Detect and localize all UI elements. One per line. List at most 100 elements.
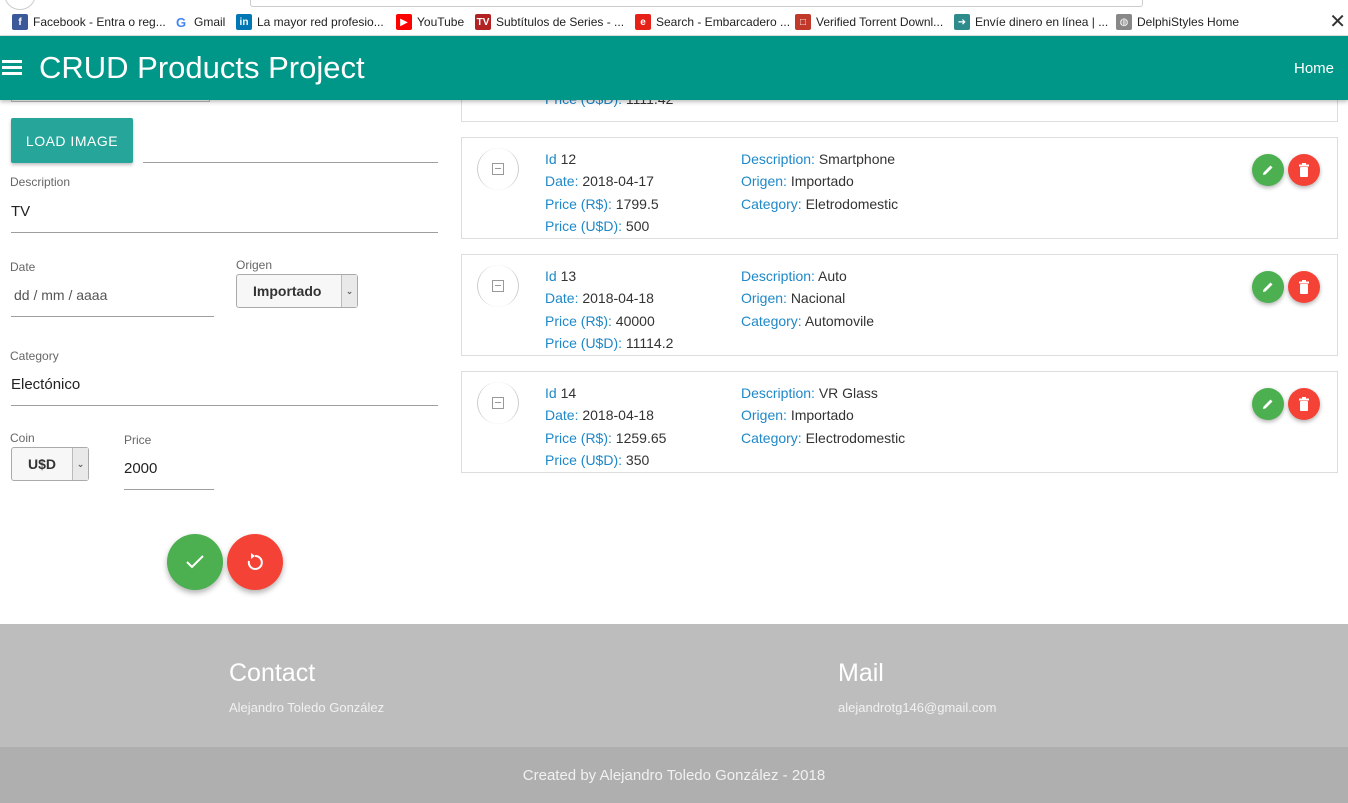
- date-label: Date:: [545, 407, 579, 423]
- edit-button[interactable]: [1252, 388, 1284, 420]
- trash-icon: [1299, 280, 1309, 294]
- price-rs-row: Price (R$): 40000: [545, 313, 655, 329]
- mail-address[interactable]: alejandrotg146@gmail.com: [838, 700, 996, 715]
- edit-button[interactable]: [1252, 154, 1284, 186]
- coin-select[interactable]: U$D ⌄: [11, 447, 89, 481]
- linkedin-icon: in: [236, 14, 252, 30]
- broken-image-icon: [492, 163, 504, 175]
- price-rs-value: 40000: [615, 313, 655, 329]
- price-rs-label: Price (R$):: [545, 430, 612, 446]
- price-usd-label: Price (U$D):: [545, 218, 623, 234]
- home-link[interactable]: Home: [1294, 60, 1334, 77]
- reset-button[interactable]: [227, 534, 283, 590]
- transfer-icon: ➜: [954, 14, 970, 30]
- youtube-icon: ▶: [396, 14, 412, 30]
- tv-icon: TV: [475, 14, 491, 30]
- trash-icon: [1299, 397, 1309, 411]
- product-thumbnail: [477, 382, 519, 424]
- edit-button[interactable]: [1252, 271, 1284, 303]
- category-row: Category: Eletrodomestic: [741, 196, 898, 212]
- image-path-field[interactable]: [143, 140, 438, 163]
- origen-value: Importado: [790, 173, 854, 189]
- pencil-icon: [1263, 165, 1273, 175]
- product-thumbnail: [477, 265, 519, 307]
- description-label: Description: [10, 175, 71, 189]
- broken-image-icon: [492, 397, 504, 409]
- description-row: Description: VR Glass: [741, 385, 878, 401]
- bookmark-item[interactable]: e Search - Embarcadero ...: [635, 13, 790, 31]
- save-button[interactable]: [167, 534, 223, 590]
- category-value: Eletrodomestic: [805, 196, 899, 212]
- bookmark-label: La mayor red profesio...: [257, 15, 384, 29]
- delete-button[interactable]: [1288, 388, 1320, 420]
- origen-value: Importado: [790, 407, 854, 423]
- torrent-icon: □: [795, 14, 811, 30]
- bookmark-label: Subtítulos de Series - ...: [496, 15, 625, 29]
- category-underline: [11, 383, 438, 406]
- bookmark-item[interactable]: □ Verified Torrent Downl...: [795, 13, 943, 31]
- bookmark-item[interactable]: ➜ Envíe dinero en línea | ...: [954, 13, 1108, 31]
- category-row: Category: Automovile: [741, 313, 874, 329]
- bookmark-item[interactable]: ◍ DelphiStyles Home: [1116, 13, 1239, 31]
- product-card: Id 13 Date: 2018-04-18 Price (R$): 40000 Pr…: [461, 254, 1338, 356]
- chevron-down-icon: ⌄: [72, 448, 88, 480]
- close-icon[interactable]: ✕: [1329, 12, 1346, 32]
- check-icon: [186, 555, 204, 569]
- image-field-edge[interactable]: [11, 100, 210, 102]
- bookmark-item[interactable]: ▶ YouTube: [396, 13, 464, 31]
- date-row: Date: 2018-04-18: [545, 407, 654, 423]
- coin-label: Coin: [10, 431, 35, 445]
- product-form: LOAD IMAGE Description TV Date dd / mm /…: [0, 100, 450, 624]
- id-value: 12: [560, 151, 577, 167]
- description-label: Description:: [741, 268, 815, 284]
- description-underline: [11, 210, 438, 233]
- bookmark-label: DelphiStyles Home: [1137, 15, 1240, 29]
- id-row: Id 14: [545, 385, 576, 401]
- refresh-icon: [247, 553, 263, 570]
- bookmark-item[interactable]: TV Subtítulos de Series - ...: [475, 13, 624, 31]
- delete-button[interactable]: [1288, 154, 1320, 186]
- category-row: Category: Electrodomestic: [741, 430, 905, 446]
- price-usd-row: Price (U$D): 500: [545, 218, 649, 234]
- coin-value: U$D: [28, 456, 57, 472]
- mail-title: Mail: [838, 659, 884, 687]
- price-usd-row: Price (U$D): 11114.2: [545, 335, 673, 351]
- bookmark-item[interactable]: G Gmail: [173, 13, 225, 31]
- facebook-icon: f: [12, 14, 28, 30]
- google-icon: G: [173, 14, 189, 30]
- price-rs-value: 1799.5: [615, 196, 659, 212]
- category-value: Automovile: [804, 313, 875, 329]
- date-row: Date: 2018-04-17: [545, 173, 654, 189]
- footer-credit: Created by Alejandro Toledo González - 2…: [0, 747, 1348, 803]
- bookmark-label: YouTube: [417, 15, 465, 29]
- bookmarks-bar: f Facebook - Entra o reg... G Gmail in La may…: [0, 0, 1348, 36]
- bookmark-label: Facebook - Entra o reg...: [33, 15, 166, 29]
- date-label: Date:: [545, 173, 579, 189]
- origen-label: Origen:: [741, 290, 787, 306]
- bookmark-item[interactable]: f Facebook - Entra o reg...: [12, 13, 166, 31]
- description-value: Auto: [818, 268, 847, 284]
- description-row: Description: Smartphone: [741, 151, 895, 167]
- id-row: Id 12: [545, 151, 576, 167]
- category-label: Category:: [741, 430, 802, 446]
- app-title: CRUD Products Project: [39, 50, 365, 85]
- category-label: Category:: [741, 196, 802, 212]
- date-underline: [11, 294, 214, 317]
- contact-name: Alejandro Toledo González: [229, 700, 385, 715]
- product-card: Id 12 Date: 2018-04-17 Price (R$): 1799.5 P…: [461, 137, 1338, 239]
- price-usd-value: 350: [625, 452, 650, 468]
- load-image-button[interactable]: LOAD IMAGE: [11, 118, 133, 163]
- embarcadero-icon: e: [635, 14, 651, 30]
- price-rs-row: Price (R$): 1799.5: [545, 196, 659, 212]
- origen-select[interactable]: Importado ⌄: [236, 274, 358, 308]
- browser-button-edge[interactable]: [4, 0, 36, 10]
- address-bar-edge[interactable]: [250, 0, 1143, 7]
- origen-value: Importado: [253, 283, 322, 299]
- price-usd-label: Price (U$D):: [545, 452, 623, 468]
- delete-button[interactable]: [1288, 271, 1320, 303]
- pencil-icon: [1263, 282, 1273, 292]
- description-value: VR Glass: [818, 385, 878, 401]
- menu-icon[interactable]: [2, 60, 22, 77]
- bookmark-item[interactable]: in La mayor red profesio...: [236, 13, 384, 31]
- date-row: Date: 2018-04-18: [545, 290, 654, 306]
